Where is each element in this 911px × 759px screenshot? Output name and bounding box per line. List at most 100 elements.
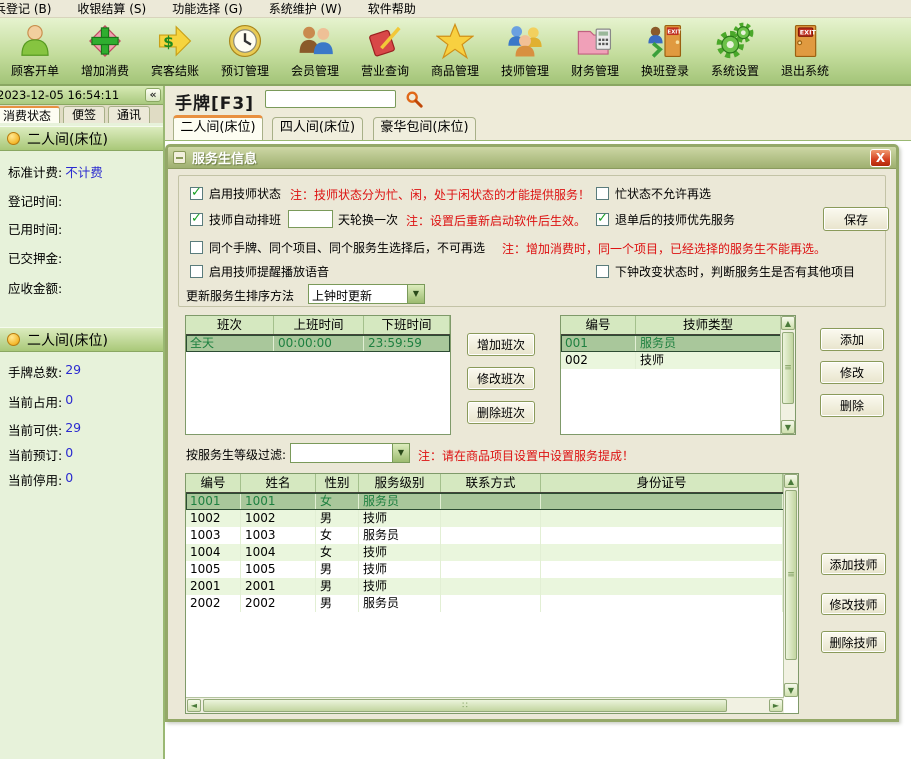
delete-type-button[interactable]: 删除 [820, 394, 884, 417]
toolbar-finance[interactable]: 财务管理 [560, 18, 630, 84]
staff-row[interactable]: 1004 1004 女 技师 [186, 544, 798, 561]
delete-shift-button[interactable]: 删除班次 [467, 401, 535, 424]
shift-table[interactable]: 班次 上班时间 下班时间 全天 00:00:00 23:59:59 [185, 315, 451, 435]
checkbox-refund-priority[interactable]: 退单后的技师优先服务 [596, 211, 735, 228]
checkbox-voice[interactable]: 启用技师提醒播放语音 [190, 263, 329, 280]
menu-item-help[interactable]: 软件帮助 [366, 0, 418, 17]
checkbox-box[interactable] [596, 187, 609, 200]
sidebar-tab-consume-status[interactable]: 消费状态 [0, 106, 60, 123]
type-row[interactable]: 001 服务员 [561, 335, 795, 352]
field-receivable: 应收金额: [8, 278, 65, 297]
sidebar-collapse-button[interactable]: « [145, 88, 161, 102]
checkbox-off-clock[interactable]: 下钟改变状态时，判断服务生是否有其他项目 [596, 263, 855, 280]
type-row[interactable]: 002 技师 [561, 352, 795, 369]
svg-text:EXIT: EXIT [800, 29, 817, 37]
guest-checkout-icon: $ [155, 21, 195, 61]
toolbar-add-consume[interactable]: 增加消费 [70, 18, 140, 84]
tab-deluxe-room[interactable]: 豪华包间(床位) [373, 117, 476, 140]
tab-quad-room[interactable]: 四人间(床位) [272, 117, 363, 140]
note-status: 注：技师状态分为忙、闲，处于闲状态的才能提供服务！ [290, 186, 590, 203]
scrollbar-thumb[interactable]: ≡ [782, 332, 794, 404]
menu-item-cashier[interactable]: 收银结算 (S) [75, 0, 148, 17]
chevron-down-icon[interactable]: ▼ [392, 444, 409, 462]
checkbox-box[interactable] [190, 187, 203, 200]
checkbox-box[interactable] [190, 241, 203, 254]
toolbar-booking[interactable]: 预订管理 [210, 18, 280, 84]
add-technician-button[interactable]: 添加技师 [821, 553, 886, 575]
checkbox-same-card[interactable]: 同个手牌、同个项目、同个服务生选择后，不可再选 [190, 239, 485, 256]
auto-days-suffix: 天轮换一次 [338, 211, 398, 228]
checkbox-box[interactable] [596, 213, 609, 226]
save-button[interactable]: 保存 [823, 207, 889, 231]
sort-method-select[interactable]: 上钟时更新 ▼ [308, 284, 425, 304]
chevron-down-icon[interactable]: ▼ [407, 285, 424, 303]
room-status-dot-icon [7, 132, 20, 145]
field-billing: 标准计费: 不计费 [8, 162, 103, 181]
dialog-body: 启用技师状态 注：技师状态分为忙、闲，处于闲状态的才能提供服务！ 忙状态不允许再… [168, 169, 896, 719]
menu-item-functions[interactable]: 功能选择 (G) [170, 0, 244, 17]
scroll-up-icon[interactable]: ▲ [784, 474, 798, 488]
toolbar-shift-login[interactable]: EXIT 换班登录 [630, 18, 700, 84]
staff-row[interactable]: 1002 1002 男 技师 [186, 510, 798, 527]
scrollbar-thumb[interactable]: ∷ [203, 699, 727, 712]
svg-text:$: $ [163, 33, 174, 51]
room-section-header-1[interactable]: 二人间(床位) [0, 126, 163, 151]
dialog-title-bar[interactable]: 服务生信息 [168, 147, 896, 169]
staff-row[interactable]: 1003 1003 女 服务员 [186, 527, 798, 544]
checkbox-enable-status[interactable]: 启用技师状态 [190, 185, 281, 202]
staff-row[interactable]: 1005 1005 男 技师 [186, 561, 798, 578]
filter-label: 按服务生等级过滤: [186, 446, 286, 463]
toolbar-goods[interactable]: 商品管理 [420, 18, 490, 84]
tab-double-room[interactable]: 二人间(床位) [173, 115, 263, 140]
scroll-right-icon[interactable]: ► [769, 699, 783, 712]
edit-type-button[interactable]: 修改 [820, 361, 884, 384]
toolbar-exit[interactable]: EXIT 退出系统 [770, 18, 840, 84]
field-booked: 当前预订: 0 [8, 445, 73, 464]
delete-technician-button[interactable]: 删除技师 [821, 631, 886, 653]
type-table[interactable]: 编号 技师类型 001 服务员 002 技师 ▲ ≡ ▼ [560, 315, 796, 435]
checkbox-box[interactable] [190, 213, 203, 226]
scrollbar-thumb[interactable]: ≡ [785, 490, 797, 660]
staff-table-vscrollbar[interactable]: ▲ ≡ ▼ [783, 474, 798, 697]
checkbox-busy-no-reselect[interactable]: 忙状态不允许再选 [596, 185, 711, 202]
scroll-down-icon[interactable]: ▼ [781, 420, 795, 434]
sidebar-tab-notes[interactable]: 便签 [63, 106, 105, 123]
staff-table-hscrollbar[interactable]: ◄ ∷ ► [186, 697, 784, 713]
add-type-button[interactable]: 添加 [820, 328, 884, 351]
close-icon[interactable]: X [870, 149, 891, 167]
toolbar-settings[interactable]: 系统设置 [700, 18, 770, 84]
toolbar-customer-open[interactable]: 顾客开单 [0, 18, 70, 84]
handcard-search-input[interactable] [265, 90, 396, 108]
toolbar-business-query[interactable]: 营业查询 [350, 18, 420, 84]
add-shift-button[interactable]: 增加班次 [467, 333, 535, 356]
scroll-left-icon[interactable]: ◄ [187, 699, 201, 712]
checkbox-box[interactable] [190, 265, 203, 278]
staff-table[interactable]: 编号 姓名 性别 服务级别 联系方式 身份证号 1001 1001 女 服务员 … [185, 473, 799, 714]
auto-days-input[interactable] [288, 210, 333, 228]
toolbar-member[interactable]: 会员管理 [280, 18, 350, 84]
room-section-header-2[interactable]: 二人间(床位) [0, 327, 163, 352]
field-total-cards: 手牌总数: 29 [8, 362, 81, 381]
staff-row[interactable]: 2001 2001 男 技师 [186, 578, 798, 595]
staff-row[interactable]: 2002 2002 男 服务员 [186, 595, 798, 612]
shift-row[interactable]: 全天 00:00:00 23:59:59 [186, 335, 450, 352]
staff-icon [505, 21, 545, 61]
search-icon[interactable] [405, 90, 423, 108]
sidebar-tab-comms[interactable]: 通讯 [108, 106, 150, 123]
checkbox-box[interactable] [596, 265, 609, 278]
edit-shift-button[interactable]: 修改班次 [467, 367, 535, 390]
sort-method-label: 更新服务生排序方法 [186, 287, 294, 304]
menu-item-maintenance[interactable]: 系统维护 (W) [267, 0, 344, 17]
filter-note: 注：请在商品项目设置中设置服务提成！ [418, 447, 634, 464]
toolbar-guest-checkout[interactable]: $ 宾客结账 [140, 18, 210, 84]
menu-item-register[interactable]: 兵登记 (B) [0, 0, 53, 17]
filter-select[interactable]: ▼ [290, 443, 410, 463]
toolbar-staff[interactable]: 技师管理 [490, 18, 560, 84]
staff-row[interactable]: 1001 1001 女 服务员 [186, 493, 798, 510]
checkbox-auto-schedule[interactable]: 技师自动排班 [190, 211, 281, 228]
edit-technician-button[interactable]: 修改技师 [821, 593, 886, 615]
type-table-scrollbar[interactable]: ▲ ≡ ▼ [780, 316, 795, 434]
svg-text:EXIT: EXIT [667, 30, 681, 36]
scroll-up-icon[interactable]: ▲ [781, 316, 795, 330]
scroll-down-icon[interactable]: ▼ [784, 683, 798, 697]
